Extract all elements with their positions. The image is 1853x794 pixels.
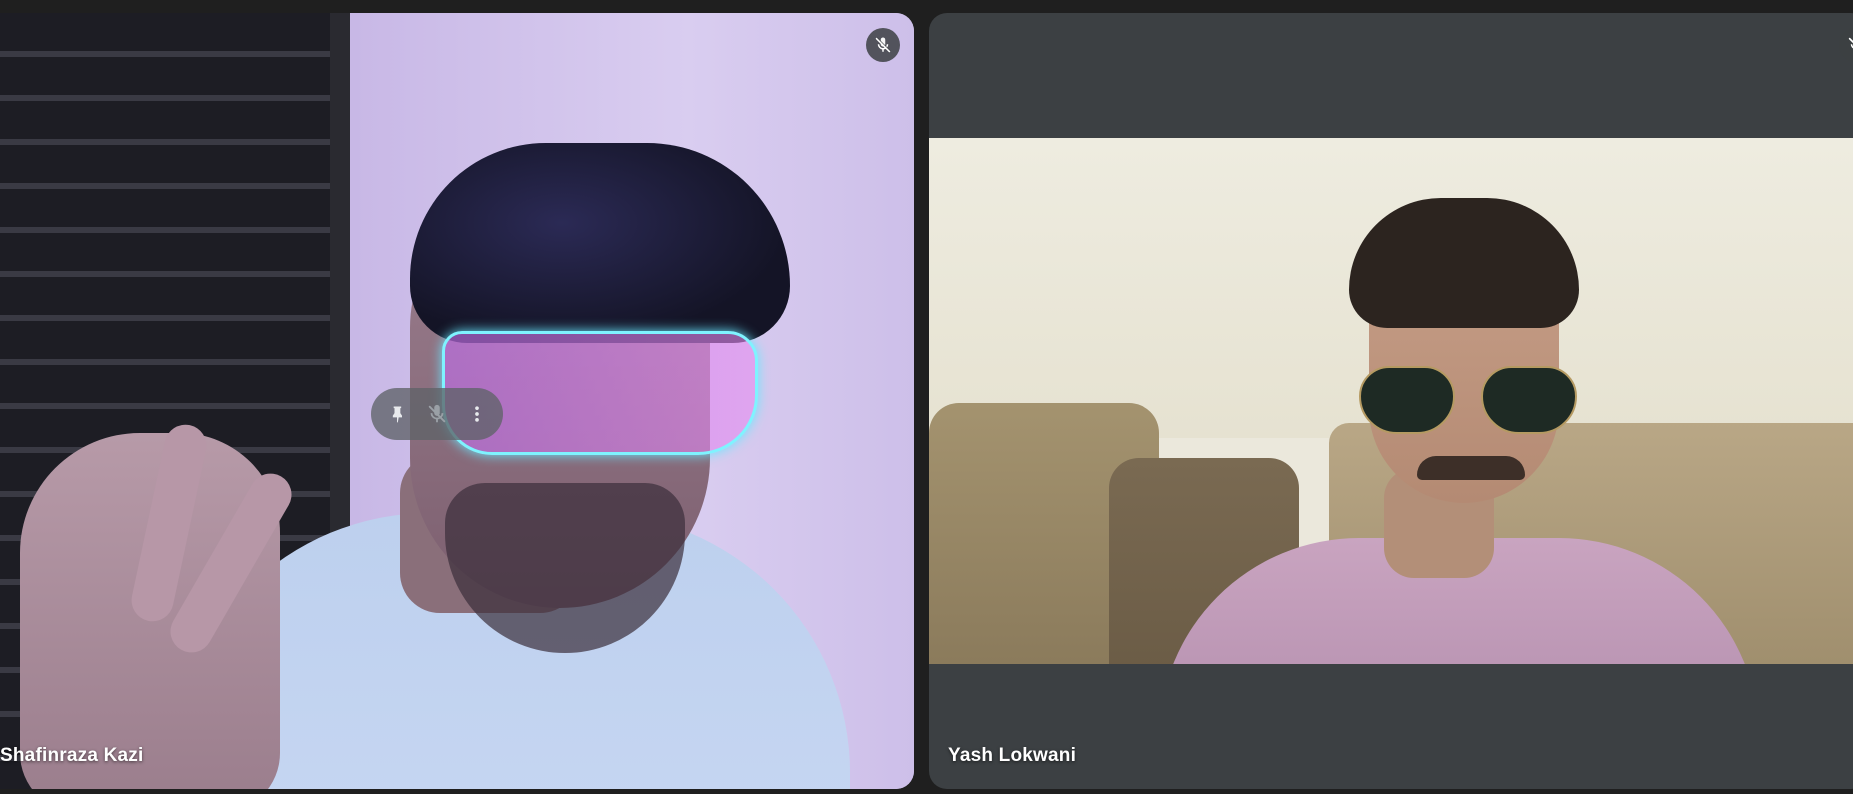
- meeting-stage: Shafinraza Kazi Yash Lokwani: [0, 0, 1853, 794]
- mute-participant-button[interactable]: [419, 396, 455, 432]
- participant-tile-shafinraza[interactable]: Shafinraza Kazi: [0, 13, 914, 789]
- mic-muted-badge: [866, 28, 900, 62]
- participant-video-hair: [410, 143, 790, 343]
- participant-tile-yash[interactable]: Yash Lokwani: [929, 13, 1853, 789]
- participant-video-sunglasses: [1359, 366, 1579, 434]
- participant-name-label: Shafinraza Kazi: [0, 745, 144, 766]
- tile-hover-controls: [371, 388, 503, 440]
- participant-video-mustache: [1417, 456, 1525, 480]
- mic-off-icon: [874, 36, 892, 54]
- mic-off-icon: [426, 403, 448, 425]
- pin-icon: [387, 404, 407, 424]
- mic-off-icon: [1847, 36, 1853, 54]
- pin-button[interactable]: [379, 396, 415, 432]
- participant-video-feed: [929, 138, 1853, 664]
- sunglasses-lens-left: [1359, 366, 1455, 434]
- more-options-button[interactable]: [459, 396, 495, 432]
- more-vert-icon: [467, 404, 487, 424]
- participant-name-label: Yash Lokwani: [948, 745, 1077, 766]
- participant-video-hair: [1349, 198, 1579, 328]
- video-background-frame: [330, 13, 350, 573]
- sunglasses-lens-right: [1481, 366, 1577, 434]
- mic-muted-badge: [1839, 28, 1853, 62]
